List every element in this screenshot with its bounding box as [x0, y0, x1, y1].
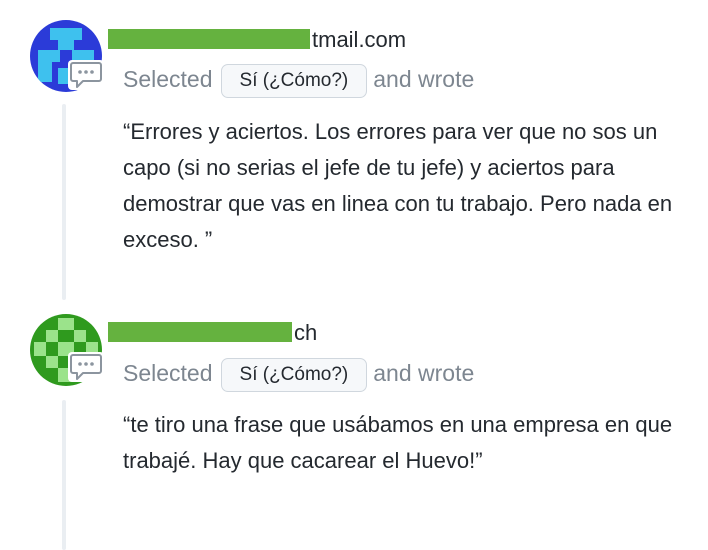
comment-text: “Errores y aciertos. Los errores para ve…: [123, 119, 673, 252]
author-name[interactable]: ch: [108, 318, 317, 348]
comment-bubble-icon: [68, 60, 104, 90]
thread-line: [62, 104, 66, 300]
selected-label: Selected: [123, 66, 213, 92]
author-name-suffix: tmail.com: [312, 27, 407, 52]
comment-text: “te tiro una frase que usábamos en una e…: [123, 412, 673, 473]
redaction-bar: [108, 322, 292, 342]
selected-label: Selected: [123, 360, 213, 386]
wrote-label: and wrote: [373, 66, 475, 92]
selection-meta: Selected Sí (¿Cómo?) and wrote: [123, 60, 474, 98]
author-name[interactable]: tmail.com: [108, 25, 406, 55]
selection-meta: Selected Sí (¿Cómo?) and wrote: [123, 354, 474, 392]
thread-line: [62, 400, 66, 550]
wrote-label: and wrote: [373, 360, 475, 386]
redaction-bar: [108, 29, 310, 49]
author-name-suffix: ch: [294, 320, 318, 345]
comment-entry: tmail.com Selected Sí (¿Cómo?) and wrote “…: [0, 0, 708, 300]
comment-entry: ch Selected Sí (¿Cómo?) and wrote “te tiro…: [0, 300, 708, 550]
selected-option-badge[interactable]: Sí (¿Cómo?): [220, 358, 368, 392]
selected-option-badge[interactable]: Sí (¿Cómo?): [220, 64, 368, 98]
comment-bubble-icon: [68, 352, 104, 382]
